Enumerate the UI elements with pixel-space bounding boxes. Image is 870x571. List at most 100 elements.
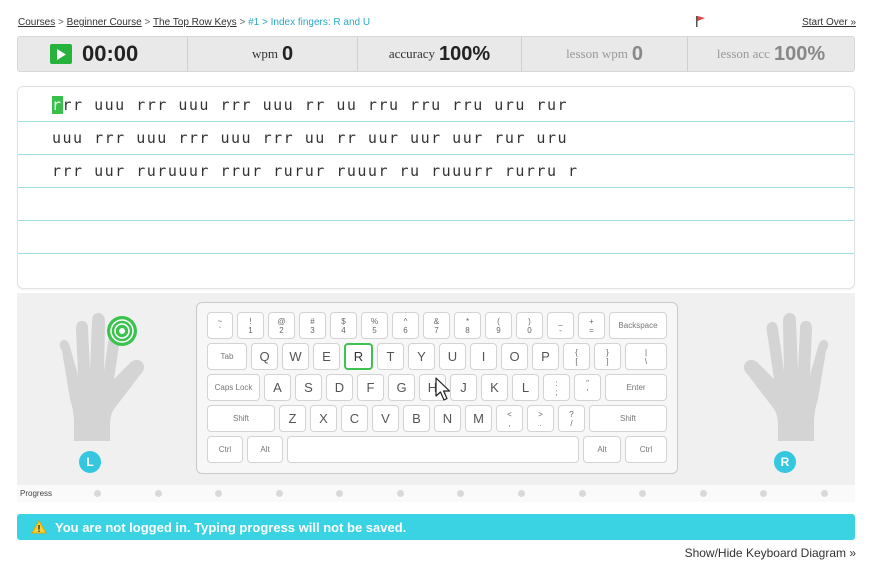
key-7[interactable]: & 7 — [423, 312, 450, 339]
key-shift-glyph: * — [465, 316, 470, 326]
text-line-5 — [18, 221, 854, 254]
key-semicolon[interactable]: :; — [543, 374, 570, 401]
key-shift-glyph: ~ — [217, 316, 223, 326]
key-r[interactable]: R — [344, 343, 373, 370]
key-quote[interactable]: " ' — [574, 374, 601, 401]
key-s[interactable]: S — [295, 374, 322, 401]
key-left-ctrl[interactable]: Ctrl — [207, 436, 243, 463]
key-left-alt[interactable]: Alt — [247, 436, 283, 463]
key-q[interactable]: Q — [251, 343, 278, 370]
accuracy-stat: accuracy 100% — [358, 37, 522, 71]
key-slash[interactable]: ? / — [558, 405, 585, 432]
lesson-wpm-label: lesson wpm — [566, 46, 628, 61]
key-9[interactable]: (9 — [485, 312, 512, 339]
key-y[interactable]: Y — [408, 343, 435, 370]
key-minus[interactable]: _ - — [547, 312, 574, 339]
key-5[interactable]: % 5 — [361, 312, 388, 339]
key-shift-glyph: < — [507, 409, 512, 419]
key-shift-glyph: @ — [277, 316, 286, 326]
key-k[interactable]: K — [481, 374, 508, 401]
key-right-ctrl[interactable]: Ctrl — [625, 436, 667, 463]
key-c[interactable]: C — [341, 405, 368, 432]
key-space[interactable] — [287, 436, 579, 463]
key-shift-glyph: } — [606, 347, 609, 357]
key-enter[interactable]: Enter — [605, 374, 667, 401]
key-a[interactable]: A — [264, 374, 291, 401]
start-over-link[interactable]: Start Over » — [802, 17, 856, 28]
key-p[interactable]: P — [532, 343, 559, 370]
key-8[interactable]: * 8 — [454, 312, 481, 339]
key-t[interactable]: T — [377, 343, 404, 370]
key-close-bracket[interactable]: }] — [594, 343, 621, 370]
toggle-keyboard-diagram-link[interactable]: Show/Hide Keyboard Diagram » — [685, 546, 856, 560]
key-z[interactable]: Z — [279, 405, 306, 432]
warning-text: You are not logged in. Typing progress w… — [55, 519, 407, 535]
key-x[interactable]: X — [310, 405, 337, 432]
progress-dot — [457, 490, 464, 497]
text-line-6 — [18, 254, 854, 287]
key-period[interactable]: >. — [527, 405, 554, 432]
key-b[interactable]: B — [403, 405, 430, 432]
breadcrumb-courses[interactable]: Courses — [18, 17, 55, 28]
key-shift-glyph: > — [538, 409, 543, 419]
play-button[interactable] — [50, 44, 72, 64]
key-comma[interactable]: <, — [496, 405, 523, 432]
key-backtick[interactable]: ~ ` — [207, 312, 233, 339]
key-left-shift[interactable]: Shift — [207, 405, 275, 432]
key-4[interactable]: $4 — [330, 312, 357, 339]
key-1[interactable]: ! 1 — [237, 312, 264, 339]
key-glyph: ` — [218, 325, 222, 335]
key-j[interactable]: J — [450, 374, 477, 401]
key-v[interactable]: V — [372, 405, 399, 432]
key-e[interactable]: E — [313, 343, 340, 370]
key-glyph: ] — [606, 356, 609, 366]
breadcrumb-top-row-keys[interactable]: The Top Row Keys — [153, 17, 237, 28]
key-glyph: 7 — [434, 325, 439, 335]
key-shift-glyph: ) — [528, 316, 531, 326]
key-shift-glyph: $ — [341, 316, 346, 326]
key-n[interactable]: N — [434, 405, 461, 432]
key-shift-glyph: | — [644, 347, 648, 357]
login-warning-banner: You are not logged in. Typing progress w… — [17, 514, 855, 540]
wpm-label: wpm — [251, 46, 278, 61]
breadcrumb-separator: > — [144, 17, 151, 28]
progress-dot — [155, 490, 162, 497]
key-caps-lock[interactable]: Caps Lock — [207, 374, 260, 401]
lesson-wpm-stat: lesson wpm 0 — [522, 37, 688, 71]
accuracy-label: accuracy — [388, 46, 436, 61]
key-shift-glyph: + — [589, 316, 594, 326]
key-d[interactable]: D — [326, 374, 353, 401]
typing-area[interactable]: rrr uuu rrr uuu rrr uuu rr uu rru rru rr… — [17, 86, 855, 289]
key-3[interactable]: #3 — [299, 312, 326, 339]
key-right-shift[interactable]: Shift — [589, 405, 667, 432]
key-i[interactable]: I — [470, 343, 497, 370]
warning-icon — [31, 520, 47, 534]
progress-bar: Progress — [17, 485, 855, 502]
key-glyph: [ — [575, 356, 578, 366]
key-w[interactable]: W — [282, 343, 309, 370]
key-open-bracket[interactable]: {[ — [563, 343, 590, 370]
text-line-4 — [18, 188, 854, 221]
key-backspace[interactable]: Backspace — [609, 312, 667, 339]
key-equals[interactable]: + = — [578, 312, 605, 339]
key-0[interactable]: ) 0 — [516, 312, 543, 339]
key-6[interactable]: ^ 6 — [392, 312, 419, 339]
key-shift-glyph: ( — [497, 316, 500, 326]
flag-icon[interactable] — [693, 14, 707, 28]
breadcrumb-beginner-course[interactable]: Beginner Course — [67, 17, 142, 28]
mouse-pointer-icon — [435, 377, 451, 401]
lesson-acc-value: 100% — [773, 42, 826, 65]
key-backslash[interactable]: | \ — [625, 343, 667, 370]
key-glyph: 0 — [527, 325, 532, 335]
key-f[interactable]: F — [357, 374, 384, 401]
key-glyph: \ — [644, 356, 648, 366]
key-right-alt[interactable]: Alt — [583, 436, 621, 463]
key-o[interactable]: O — [501, 343, 528, 370]
key-tab[interactable]: Tab — [207, 343, 247, 370]
key-g[interactable]: G — [388, 374, 415, 401]
key-l[interactable]: L — [512, 374, 539, 401]
key-2[interactable]: @2 — [268, 312, 295, 339]
key-m[interactable]: M — [465, 405, 492, 432]
progress-dot — [700, 490, 707, 497]
key-u[interactable]: U — [439, 343, 466, 370]
